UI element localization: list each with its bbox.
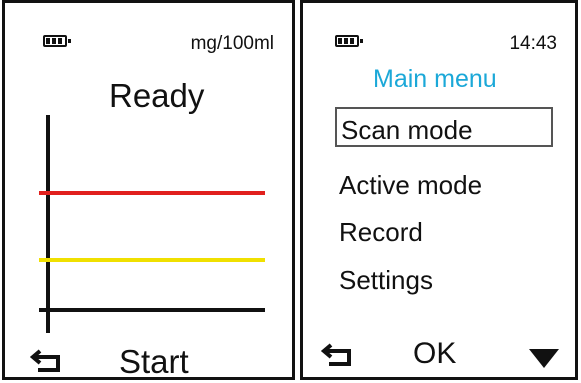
battery-icon [335, 35, 363, 47]
clock-time: 14:43 [509, 33, 557, 54]
back-arrow-icon[interactable] [321, 343, 355, 367]
main-menu-title: Main menu [373, 65, 497, 93]
right-device-screen: 14:43 Main menu Scan mode Active mode Re… [300, 0, 578, 380]
back-arrow-icon[interactable] [30, 349, 64, 373]
menu-item-active-mode[interactable]: Active mode [339, 170, 482, 201]
menu-item-record[interactable]: Record [339, 217, 423, 248]
menu-item-scan-mode[interactable]: Scan mode [335, 107, 553, 147]
ok-button[interactable]: OK [413, 337, 456, 371]
left-device-screen: mg/100ml Ready Start [2, 0, 295, 380]
menu-item-settings[interactable]: Settings [339, 265, 433, 296]
start-button[interactable]: Start [119, 343, 189, 381]
reading-graph [39, 115, 265, 333]
down-arrow-icon[interactable] [529, 349, 559, 369]
menu-item-label: Scan mode [341, 115, 473, 145]
